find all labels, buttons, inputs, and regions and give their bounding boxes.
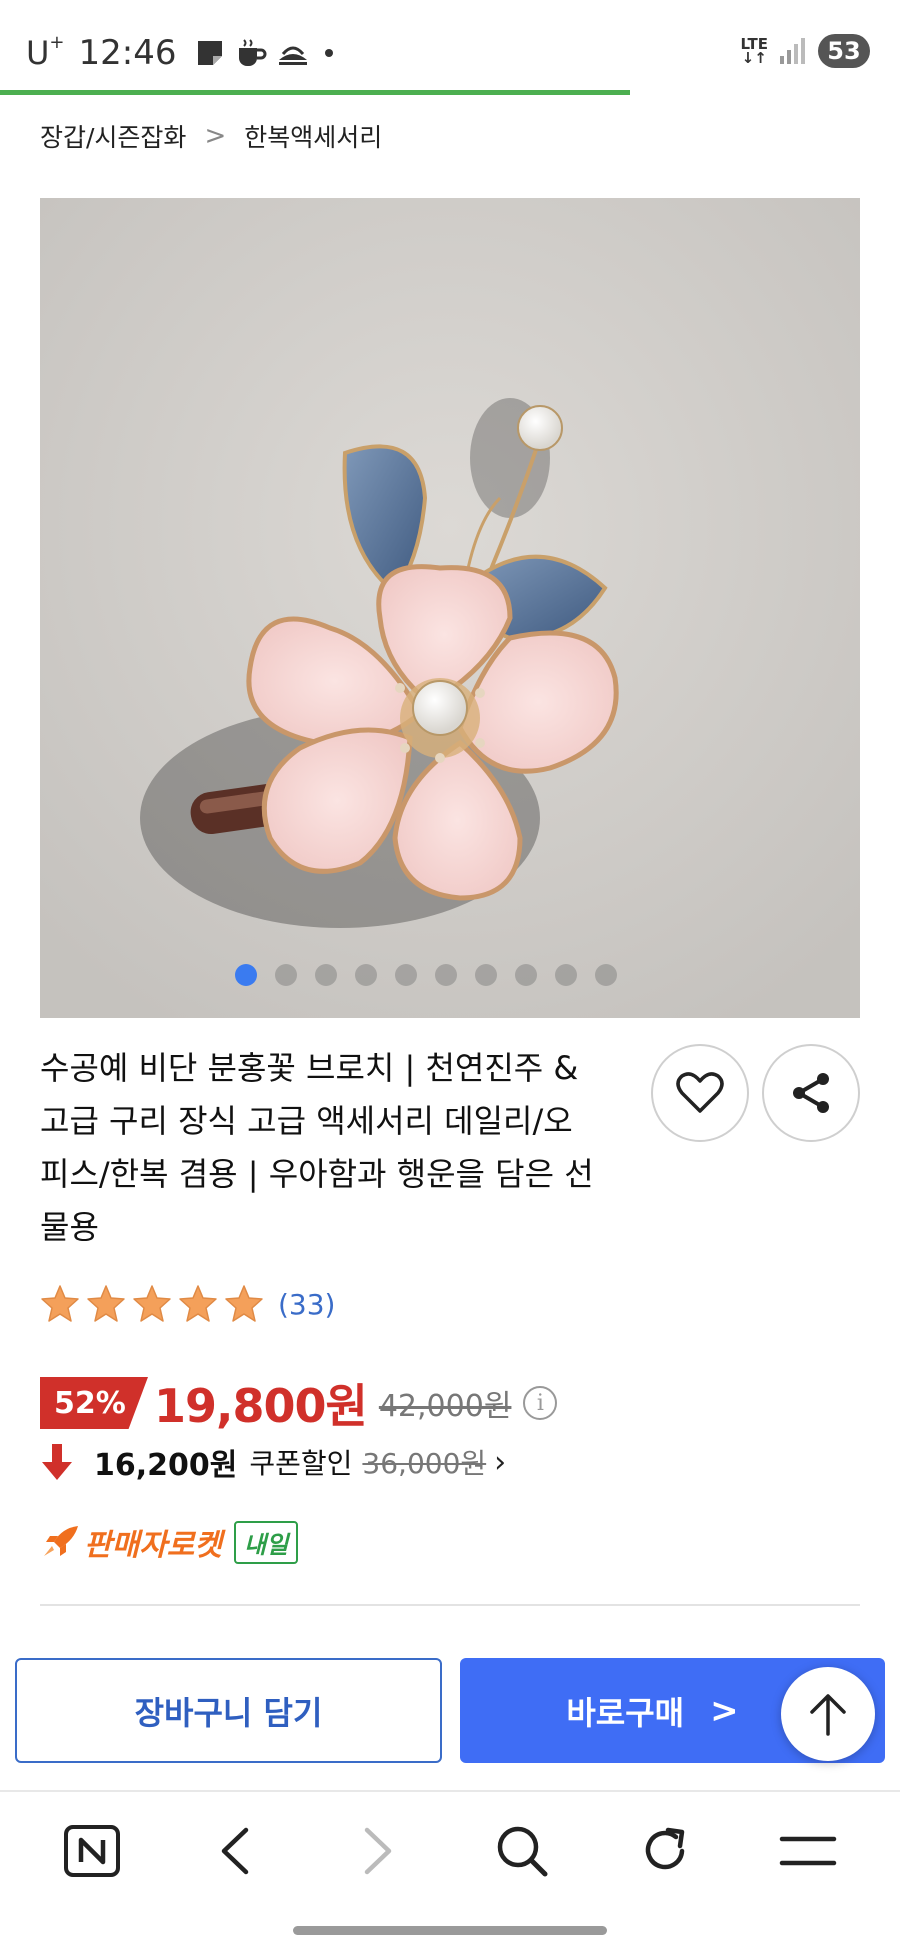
- status-left: U+ 12:46: [26, 30, 339, 76]
- original-price: 42,000원: [378, 1389, 512, 1424]
- note-icon: [197, 41, 222, 65]
- browser-bottom-nav: [0, 1792, 900, 1910]
- image-dot[interactable]: [555, 964, 577, 986]
- app-notification-icon: [278, 46, 307, 65]
- rating-stars: [40, 1284, 264, 1324]
- heart-icon: [676, 1072, 724, 1113]
- breadcrumb-separator: >: [204, 121, 227, 151]
- page-load-progress: [0, 90, 900, 95]
- star-icon: [133, 1285, 171, 1322]
- image-dot[interactable]: [395, 964, 417, 986]
- battery-indicator: 53: [818, 34, 870, 68]
- page-load-progress-fill: [0, 90, 630, 95]
- back-button[interactable]: [195, 1811, 275, 1891]
- star-icon: [225, 1285, 263, 1322]
- rocket-icon: [44, 1526, 78, 1556]
- rating[interactable]: (33): [40, 1284, 335, 1324]
- scroll-to-top-button[interactable]: [781, 1667, 875, 1761]
- carrier-label: U+: [26, 32, 65, 72]
- star-icon: [179, 1285, 217, 1322]
- coupon-price: 16,200원: [94, 1448, 238, 1483]
- lte-indicator: LTE ↓↑: [740, 35, 768, 67]
- menu-button[interactable]: [768, 1811, 848, 1891]
- search-button[interactable]: [482, 1811, 562, 1891]
- image-dot[interactable]: [595, 964, 617, 986]
- share-button[interactable]: [762, 1044, 860, 1142]
- naver-n-icon: [63, 1825, 120, 1877]
- forward-button[interactable]: [338, 1811, 418, 1891]
- star-icon: [87, 1285, 125, 1322]
- discount-badge: 52%: [40, 1377, 148, 1429]
- signal-icon: [780, 38, 805, 64]
- reload-icon: [645, 1827, 685, 1870]
- delivery-label: 판매자로켓: [84, 1528, 222, 1563]
- divider: [40, 1604, 860, 1606]
- chevron-right-icon: [365, 1827, 392, 1875]
- chevron-right-icon: ›: [494, 1444, 507, 1480]
- info-icon[interactable]: i: [523, 1386, 558, 1420]
- chevron-left-icon: [221, 1827, 249, 1875]
- image-dot[interactable]: [475, 964, 497, 986]
- naver-home-button[interactable]: [52, 1811, 132, 1891]
- image-dot[interactable]: [315, 964, 337, 986]
- product-image[interactable]: [40, 198, 860, 1018]
- status-right: LTE ↓↑ 53: [740, 34, 870, 68]
- share-icon: [793, 1073, 829, 1113]
- price-row: 52% 19,800원 42,000원 i: [40, 1370, 558, 1436]
- delivery-badge: 내일: [234, 1520, 299, 1564]
- coupon-label: 쿠폰할인: [249, 1447, 353, 1480]
- star-icon: [41, 1285, 79, 1322]
- image-dot[interactable]: [275, 964, 297, 986]
- coupon-row[interactable]: 16,200원 쿠폰할인 36,000원 ›: [40, 1440, 506, 1484]
- buy-chevron: >: [710, 1690, 739, 1731]
- arrow-down-icon: [42, 1444, 72, 1480]
- image-dot[interactable]: [515, 964, 537, 986]
- status-bar: U+ 12:46 LTE ↓↑ 53: [0, 0, 900, 92]
- arrow-up-icon: [810, 1694, 846, 1736]
- wishlist-button[interactable]: [651, 1044, 749, 1142]
- image-dot[interactable]: [355, 964, 377, 986]
- status-time: 12:46: [78, 33, 177, 73]
- buy-now-label: 바로구매: [566, 1693, 685, 1732]
- product-title: 수공예 비단 분홍꽃 브로치 | 천연진주 & 고급 구리 장식 고급 액세서리…: [40, 1049, 594, 1246]
- search-icon: [497, 1826, 548, 1877]
- cup-icon: [238, 39, 266, 66]
- review-count[interactable]: (33): [278, 1288, 335, 1321]
- coupon-original-price: 36,000원: [362, 1447, 487, 1480]
- product-photo: [40, 198, 860, 1018]
- home-indicator[interactable]: [293, 1926, 607, 1935]
- breadcrumb-item-category[interactable]: 장갑/시즌잡화: [40, 118, 186, 154]
- image-dot[interactable]: [235, 964, 257, 986]
- image-pagination[interactable]: [40, 964, 836, 986]
- breadcrumb-item-subcategory[interactable]: 한복액세서리: [244, 118, 382, 154]
- breadcrumb: 장갑/시즌잡화 > 한복액세서리: [40, 118, 382, 154]
- more-dot-icon: [324, 49, 333, 57]
- sale-price: 19,800원: [154, 1379, 368, 1433]
- menu-icon: [780, 1836, 837, 1866]
- notification-icons: [195, 38, 339, 68]
- reload-button[interactable]: [625, 1811, 705, 1891]
- add-to-cart-button[interactable]: 장바구니 담기: [15, 1658, 442, 1763]
- delivery-info: 판매자로켓 내일: [40, 1520, 299, 1564]
- image-dot[interactable]: [435, 964, 457, 986]
